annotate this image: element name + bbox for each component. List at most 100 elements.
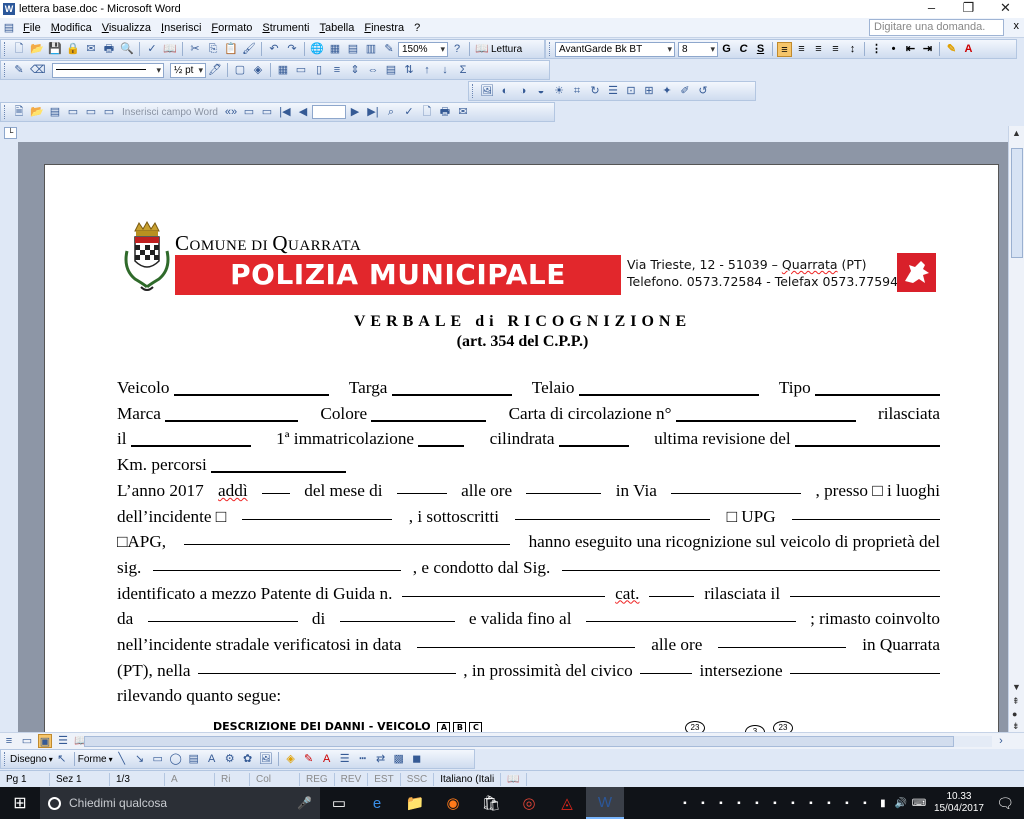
line-icon[interactable]: ╲ [115,752,129,766]
clipart-icon[interactable]: ✿ [241,752,255,766]
find-entry-icon[interactable]: ⌕ [384,105,398,119]
field-patente[interactable] [402,581,606,597]
reset-picture-icon[interactable]: ↺ [696,84,710,98]
align-right-icon[interactable]: ≡ [811,42,826,57]
sort-desc-icon[interactable]: ↓ [438,63,452,77]
line-spacing-icon[interactable]: ↕ [845,42,860,57]
compress-icon[interactable]: ⊡ [624,84,638,98]
contrast-down-icon[interactable]: ◒ [534,84,548,98]
paste-icon[interactable]: 📋 [224,42,238,56]
menu-strumenti[interactable]: Strumenti [257,22,314,34]
word-taskbar-icon[interactable]: W [586,787,624,819]
field-telaio[interactable] [578,380,759,396]
prev-page-icon[interactable]: ⇞ [1012,696,1020,707]
store-icon[interactable]: 🛍 [472,787,510,819]
horizontal-scroll-thumb[interactable] [84,736,954,747]
windows-start-icon[interactable]: ⊞ [0,787,40,819]
field-nella[interactable] [197,658,456,674]
minimize-button[interactable]: – [913,0,950,18]
insert-table-icon[interactable]: ▦ [276,63,290,77]
3d-icon[interactable]: ◼ [410,752,424,766]
new-document-icon[interactable]: 🗋 [12,42,26,56]
toolbar-grip[interactable] [4,105,7,119]
brightness-up-icon[interactable]: ☀ [552,84,566,98]
field-di[interactable] [339,606,455,623]
bold-button[interactable]: G [719,42,734,57]
autoformat-icon[interactable]: ▤ [384,63,398,77]
email-icon[interactable]: ✉ [84,42,98,56]
toolbar-grip[interactable] [4,752,7,766]
distribute-rows-icon[interactable]: ⇕ [348,63,362,77]
tables-borders-icon[interactable]: ▦ [328,42,342,56]
tray-icon[interactable]: ▪ [857,798,873,809]
file-explorer-icon[interactable]: 📁 [396,787,434,819]
split-cells-icon[interactable]: ▯ [312,63,326,77]
format-picture-icon[interactable]: ✦ [660,84,674,98]
status-est[interactable]: EST [368,772,401,786]
view-merged-icon[interactable]: «» [224,105,238,119]
field-immatricolazione[interactable] [418,431,465,448]
volume-icon[interactable]: 🔊 [893,798,909,809]
eraser-icon[interactable]: ⌫ [30,63,46,77]
recipients-icon[interactable]: ▤ [48,105,62,119]
distribute-cols-icon[interactable]: ⇔ [366,63,380,77]
first-record-icon[interactable]: |◀ [278,105,292,119]
text-direction-icon[interactable]: ⇅ [402,63,416,77]
borders-icon[interactable]: ▢ [233,63,247,77]
match-fields-icon[interactable]: ▭ [260,105,274,119]
field-il[interactable] [130,431,251,448]
line-weight-select[interactable]: ½ pt [170,62,206,78]
field-mese[interactable] [396,478,447,494]
outline-view-icon[interactable]: ☰ [56,734,70,748]
status-reg[interactable]: REG [300,772,335,786]
prev-record-icon[interactable]: ◀ [296,105,310,119]
save-icon[interactable]: 💾 [48,42,62,56]
insert-word-field-button[interactable]: Inserisci campo Word [122,107,218,118]
toolbar-grip[interactable] [549,42,552,56]
scroll-down-icon[interactable]: ▼ [1012,682,1021,692]
transparent-color-icon[interactable]: ✐ [678,84,692,98]
shadow-icon[interactable]: ▩ [392,752,406,766]
text-wrap-icon[interactable]: ⊞ [642,84,656,98]
line-color-icon[interactable]: ✎ [302,752,316,766]
normal-view-icon[interactable]: ≡ [2,734,16,748]
field-giorno[interactable] [261,478,290,494]
tray-icon[interactable]: ▪ [695,798,711,809]
notifications-icon[interactable]: 🗨 [996,795,1014,812]
tray-icon[interactable]: ▪ [785,798,801,809]
web-view-icon[interactable]: ▭ [20,734,34,748]
field-intersezione[interactable] [789,658,940,674]
rectangle-icon[interactable]: ▭ [151,752,165,766]
insert-picture-icon[interactable]: 🖼 [480,84,494,98]
numbering-icon[interactable]: ⋮ [869,42,884,57]
menu-modifica[interactable]: Modifica [46,22,97,34]
toolbar-grip[interactable] [4,42,7,56]
format-painter-icon[interactable]: 🖌 [242,42,256,56]
font-color-icon[interactable]: A [320,752,334,766]
help-icon[interactable]: ? [450,42,464,56]
contrast-up-icon[interactable]: ◑ [516,84,530,98]
increase-indent-icon[interactable]: ⇥ [920,42,935,57]
reading-layout-icon[interactable]: 📖 [475,42,489,56]
tray-icon[interactable]: ▪ [713,798,729,809]
vertical-scrollbar[interactable]: ▲ ▼ ⇞ ● ⇟ [1008,126,1024,732]
insert-picture-icon[interactable]: 🖼 [259,752,273,766]
field-marca[interactable] [165,406,299,422]
align-cells-icon[interactable]: ≡ [330,63,344,77]
font-color-icon[interactable]: A [961,42,976,57]
menu-inserisci[interactable]: Inserisci [156,22,206,34]
field-apg[interactable] [184,529,511,546]
justify-icon[interactable]: ≡ [828,42,843,57]
toolbar-grip[interactable] [472,84,475,98]
insert-fields-icon[interactable]: ▭ [102,105,116,119]
document-page[interactable]: COMUNE DI QUARRATA POLIZIA MUNICIPALE Vi… [44,164,999,732]
tray-icon[interactable]: ▪ [767,798,783,809]
status-rev[interactable]: REV [335,772,369,786]
color-icon[interactable]: ◐ [498,84,512,98]
select-objects-icon[interactable]: ↖ [55,752,69,766]
shading-icon[interactable]: ◈ [251,63,265,77]
fill-color-icon[interactable]: ◈ [284,752,298,766]
merge-printer-icon[interactable]: 🖶 [438,105,452,119]
menu-visualizza[interactable]: Visualizza [97,22,156,34]
crop-icon[interactable]: ⌗ [570,84,584,98]
